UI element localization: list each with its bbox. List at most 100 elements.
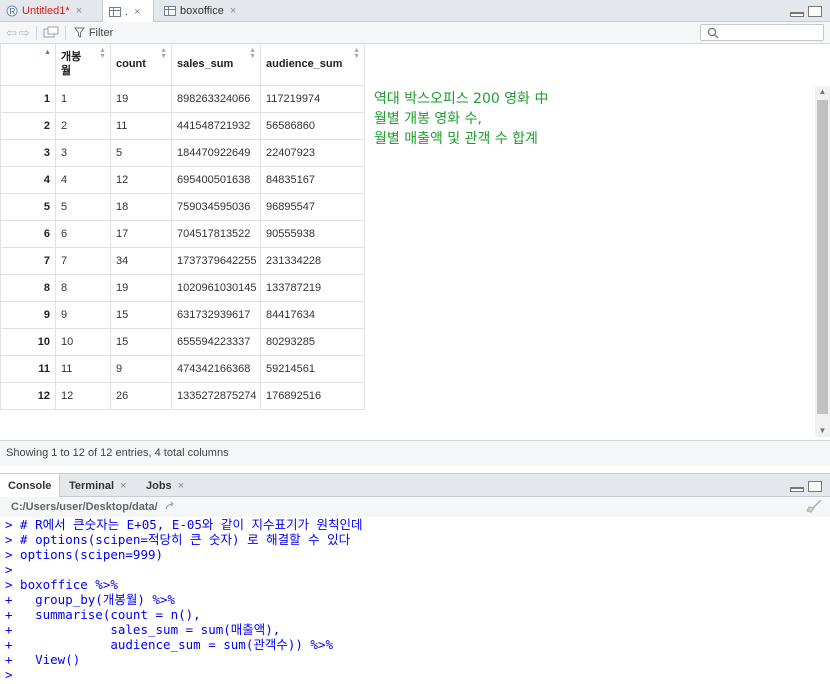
cell-count: 19 — [110, 84, 172, 113]
cell-month: 3 — [55, 138, 111, 167]
console-tab-bar: Console Terminal × Jobs × — [0, 473, 830, 498]
search-input[interactable] — [700, 24, 824, 41]
row-number: 10 — [0, 327, 56, 356]
maximize-icon[interactable] — [808, 481, 822, 492]
console-line: + audience_sum = sum(관객수)) %>% — [5, 637, 333, 652]
column-header-audience-sum[interactable]: audience_sum ▲ ▼ — [260, 44, 365, 86]
row-number: 6 — [0, 219, 56, 248]
cell-audience-sum: 133787219 — [260, 273, 365, 302]
table-icon — [164, 6, 176, 16]
tab-dataview[interactable]: . × — [102, 0, 154, 23]
working-directory-bar: C:/Users/user/Desktop/data/ — [0, 497, 830, 517]
scroll-up-icon[interactable]: ▲ — [815, 86, 830, 98]
close-icon[interactable]: × — [178, 480, 184, 492]
column-header-month[interactable]: 개봉 월 ▲ ▼ — [55, 44, 111, 86]
cell-month: 11 — [55, 354, 111, 383]
cell-audience-sum: 176892516 — [260, 381, 365, 410]
tab-untitled1[interactable]: R Untitled1* × — [0, 0, 102, 22]
cell-month: 4 — [55, 165, 111, 194]
cell-count: 26 — [110, 381, 172, 410]
dataview-toolbar: ⇦ ⇨ Filter — [0, 22, 830, 44]
filter-button[interactable]: Filter — [73, 27, 113, 39]
cell-count: 15 — [110, 327, 172, 356]
cell-audience-sum: 231334228 — [260, 246, 365, 275]
console-line: > options(scipen=999) — [5, 547, 164, 562]
cell-sales-sum: 655594223337 — [171, 327, 261, 356]
table-row: 11 11 9 474342166368 59214561 — [0, 354, 365, 383]
cell-audience-sum: 90555938 — [260, 219, 365, 248]
close-icon[interactable]: × — [134, 6, 140, 18]
data-table: ▲ 개봉 월 ▲ ▼ count ▲ ▼ sales_sum ▲ ▼ audience_su… — [0, 44, 365, 410]
row-number-header[interactable]: ▲ — [0, 44, 56, 86]
maximize-icon[interactable] — [808, 6, 822, 17]
status-bar: Showing 1 to 12 of 12 entries, 4 total c… — [0, 440, 830, 466]
console-pane-controls — [790, 481, 822, 492]
tab-terminal[interactable]: Terminal × — [61, 474, 138, 497]
cell-count: 17 — [110, 219, 172, 248]
toolbar-divider — [64, 25, 66, 40]
console-line: + group_by(개봉월) %>% — [5, 592, 175, 607]
minimize-icon[interactable] — [790, 487, 804, 492]
cell-audience-sum: 59214561 — [260, 354, 365, 383]
console-line: > — [5, 562, 13, 577]
cell-audience-sum: 117219974 — [260, 84, 365, 113]
close-icon[interactable]: × — [230, 5, 236, 17]
console-line: > # R에서 큰숫자는 E+05, E-05와 같이 지수표기가 원칙인데 — [5, 517, 363, 532]
cell-month: 5 — [55, 192, 111, 221]
console-line: + sales_sum = sum(매출액), — [5, 622, 281, 637]
row-number: 5 — [0, 192, 56, 221]
cell-month: 12 — [55, 381, 111, 410]
column-header-count[interactable]: count ▲ ▼ — [110, 44, 172, 86]
cell-audience-sum: 22407923 — [260, 138, 365, 167]
cell-sales-sum: 1335272875274 — [171, 381, 261, 410]
cell-audience-sum: 84417634 — [260, 300, 365, 329]
back-arrow-icon[interactable]: ⇦ — [6, 25, 17, 41]
row-number: 4 — [0, 165, 56, 194]
go-to-directory-icon[interactable] — [165, 501, 175, 511]
vertical-scrollbar[interactable]: ▲ ▼ — [815, 86, 830, 437]
column-header-label: sales_sum — [177, 58, 234, 71]
table-row: 12 12 26 1335272875274 176892516 — [0, 381, 365, 410]
cell-sales-sum: 704517813522 — [171, 219, 261, 248]
cell-month: 10 — [55, 327, 111, 356]
scroll-thumb[interactable] — [817, 100, 828, 414]
cell-count: 15 — [110, 300, 172, 329]
r-script-icon: R — [6, 5, 18, 17]
row-number: 2 — [0, 111, 56, 140]
annotation-text: 역대 박스오피스 200 영화 中 월별 개봉 영화 수, 월별 매출액 및 관… — [374, 89, 548, 149]
cell-sales-sum: 759034595036 — [171, 192, 261, 221]
row-number: 1 — [0, 84, 56, 113]
annotation-line: 월별 개봉 영화 수, — [374, 111, 482, 127]
clear-console-icon[interactable] — [806, 499, 822, 513]
cell-month: 1 — [55, 84, 111, 113]
popout-window-icon[interactable] — [43, 26, 59, 39]
sort-icon: ▲ ▼ — [99, 47, 106, 60]
cell-audience-sum: 96895547 — [260, 192, 365, 221]
cell-sales-sum: 898263324066 — [171, 84, 261, 113]
row-number: 8 — [0, 273, 56, 302]
column-header-label: 개봉 월 — [61, 51, 82, 78]
row-number: 11 — [0, 354, 56, 383]
scroll-down-icon[interactable]: ▼ — [815, 425, 830, 437]
forward-arrow-icon[interactable]: ⇨ — [19, 25, 30, 41]
cell-month: 9 — [55, 300, 111, 329]
column-header-sales-sum[interactable]: sales_sum ▲ ▼ — [171, 44, 261, 86]
cell-sales-sum: 441548721932 — [171, 111, 261, 140]
console-line: + View() — [5, 652, 81, 667]
table-row: 5 5 18 759034595036 96895547 — [0, 192, 365, 221]
cell-count: 19 — [110, 273, 172, 302]
tab-console[interactable]: Console — [0, 474, 60, 498]
column-header-label: audience_sum — [266, 58, 343, 71]
tab-boxoffice[interactable]: boxoffice × — [158, 0, 248, 22]
tab-jobs[interactable]: Jobs × — [138, 474, 194, 497]
minimize-icon[interactable] — [790, 12, 804, 17]
search-icon — [707, 27, 719, 39]
cell-count: 18 — [110, 192, 172, 221]
row-number: 9 — [0, 300, 56, 329]
cell-count: 9 — [110, 354, 172, 383]
status-text: Showing 1 to 12 of 12 entries, 4 total c… — [6, 447, 229, 459]
close-icon[interactable]: × — [120, 480, 126, 492]
tab-label: Console — [8, 480, 52, 492]
console-output[interactable]: > # R에서 큰숫자는 E+05, E-05와 같이 지수표기가 원칙인데 > … — [5, 517, 830, 682]
close-icon[interactable]: × — [76, 5, 82, 17]
